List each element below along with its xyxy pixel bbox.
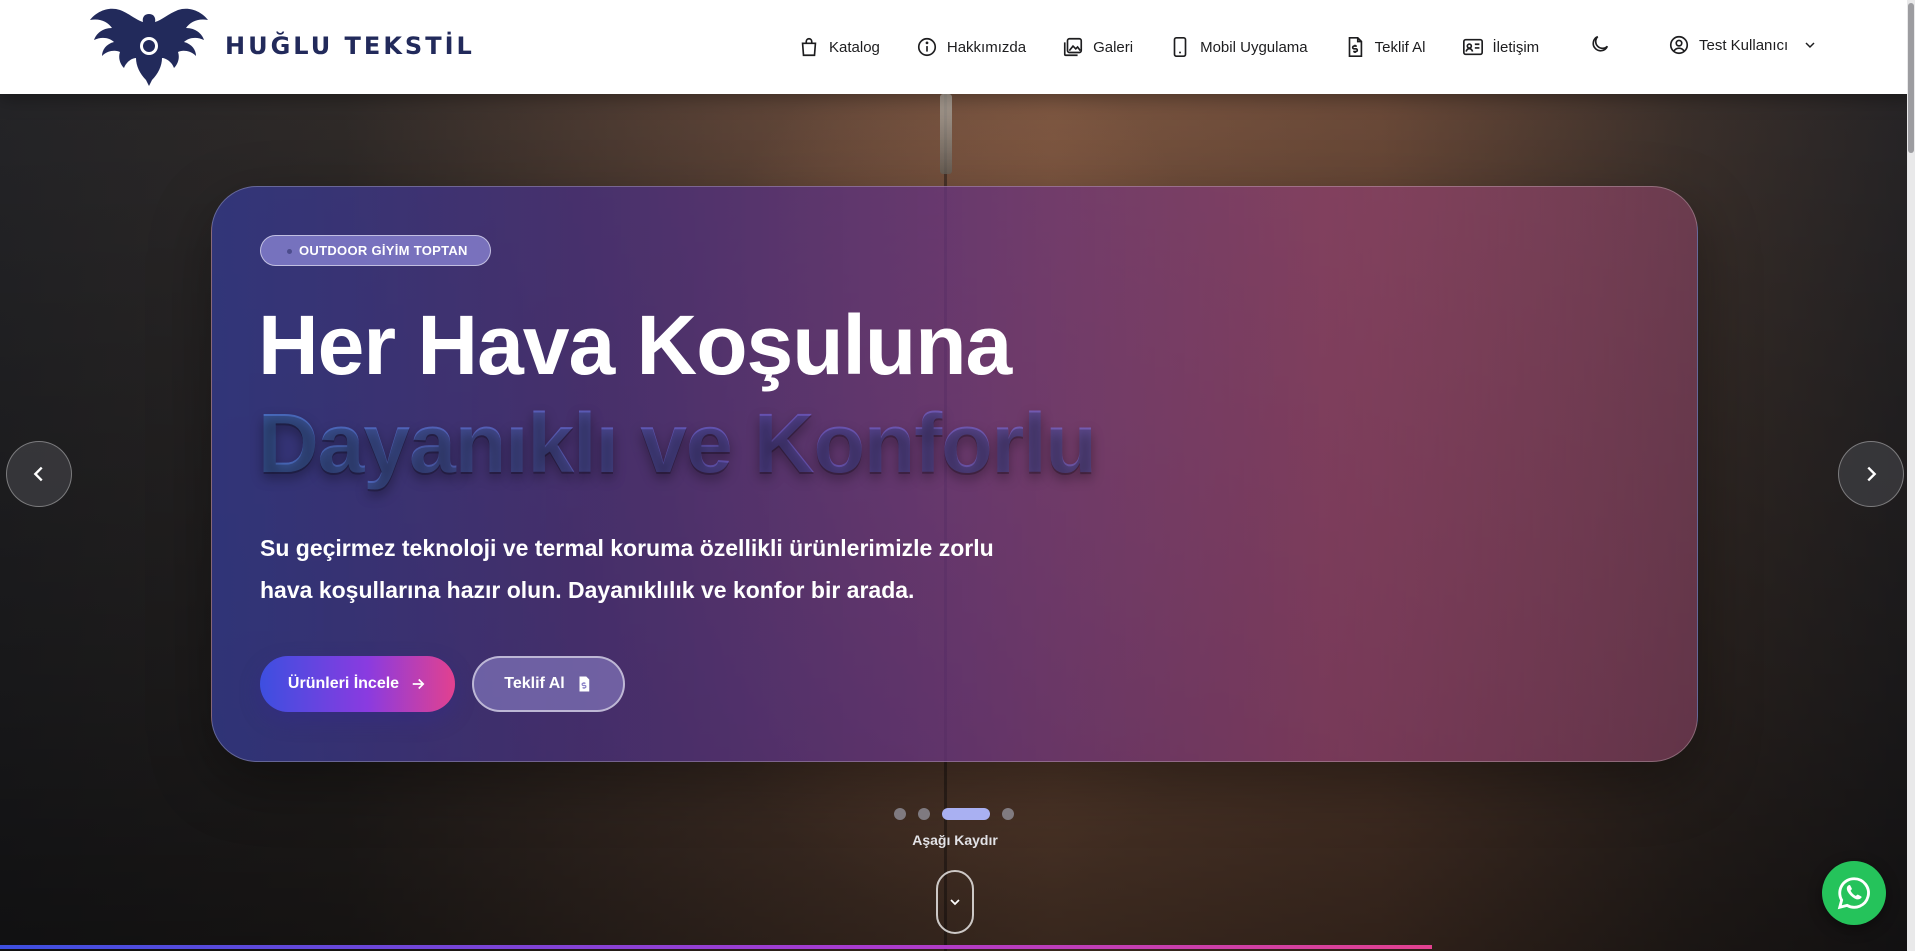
- slide-dot-4[interactable]: [1002, 808, 1014, 820]
- hero-description: Su geçirmez teknoloji ve termal koruma ö…: [260, 535, 994, 603]
- badge-label: OUTDOOR GİYİM TOPTAN: [299, 243, 468, 258]
- mobile-icon: [1169, 36, 1191, 58]
- chevron-down-icon: [1805, 42, 1815, 49]
- chevron-right-icon: [1867, 466, 1877, 482]
- whatsapp-icon: [1837, 877, 1870, 910]
- button-label: Teklif Al: [504, 675, 565, 692]
- next-slide-button[interactable]: [1838, 441, 1904, 507]
- chevron-down-icon: [950, 899, 960, 906]
- moon-icon: [1592, 35, 1609, 52]
- main-nav: Katalog Hakkımızda Galeri Mobil Uygulama…: [798, 0, 1575, 94]
- document-dollar-icon: [1344, 36, 1366, 58]
- slide-indicators: [894, 808, 1026, 820]
- get-quote-button[interactable]: Teklif Al: [472, 656, 625, 712]
- site-header: HUĞLU TEKSTİL Katalog Hakkımızda Galeri …: [0, 0, 1915, 94]
- page-scrollbar[interactable]: [1907, 0, 1915, 951]
- double-headed-eagle-icon: [90, 8, 208, 86]
- shopping-bag-icon: [798, 36, 820, 58]
- contact-card-icon: [1462, 36, 1484, 58]
- brand-name: HUĞLU TEKSTİL: [225, 32, 475, 60]
- view-products-button[interactable]: Ürünleri İncele: [260, 656, 455, 712]
- nav-item-katalog[interactable]: Katalog: [798, 27, 880, 67]
- slide-dot-2[interactable]: [918, 808, 930, 820]
- hero-card: OUTDOOR GİYİM TOPTAN Her Hava Koşuluna D…: [211, 186, 1698, 762]
- prev-slide-button[interactable]: [6, 441, 72, 507]
- nav-item-label: Mobil Uygulama: [1200, 38, 1308, 56]
- page-progress-bar: [0, 945, 1432, 949]
- slide-dot-1[interactable]: [894, 808, 906, 820]
- chevron-left-icon: [33, 466, 43, 482]
- badge-dot: [287, 249, 292, 254]
- nav-item-label: Galeri: [1093, 38, 1134, 56]
- scrollbar-thumb[interactable]: [1908, 3, 1914, 153]
- nav-item-mobil-uygulama[interactable]: Mobil Uygulama: [1169, 27, 1308, 67]
- brand-logo[interactable]: HUĞLU TEKSTİL: [90, 6, 475, 86]
- scroll-hint: Aşağı Kaydır: [912, 832, 998, 848]
- nav-item-label: Teklif Al: [1374, 38, 1426, 56]
- slide-dot-3[interactable]: [942, 808, 990, 820]
- hero-title: Her Hava Koşuluna: [258, 298, 1012, 392]
- gallery-icon: [1062, 36, 1084, 58]
- hero-badge: OUTDOOR GİYİM TOPTAN: [260, 235, 491, 266]
- hero-title-accent: Dayanıklı ve Konforlu: [258, 396, 1097, 490]
- theme-toggle-button[interactable]: [1589, 33, 1611, 55]
- scroll-down-button[interactable]: [936, 870, 974, 934]
- info-icon: [916, 36, 938, 58]
- user-circle-icon: [1669, 35, 1689, 55]
- nav-item-label: Hakkımızda: [946, 38, 1027, 56]
- nav-item-galeri[interactable]: Galeri: [1062, 27, 1133, 67]
- user-menu[interactable]: Test Kullanıcı: [1668, 34, 1818, 56]
- button-label: Ürünleri İncele: [287, 675, 400, 692]
- hero-slider: OUTDOOR GİYİM TOPTAN Her Hava Koşuluna D…: [0, 94, 1915, 951]
- nav-item-label: Katalog: [829, 38, 880, 56]
- user-name: Test Kullanıcı: [1699, 36, 1789, 54]
- nav-item-iletisim[interactable]: İletişim: [1462, 27, 1540, 67]
- arrow-right-icon: [412, 678, 425, 690]
- whatsapp-button[interactable]: [1822, 861, 1886, 925]
- document-dollar-icon: [579, 676, 589, 692]
- nav-item-teklif-al[interactable]: Teklif Al: [1344, 27, 1426, 67]
- nav-item-hakkimizda[interactable]: Hakkımızda: [916, 27, 1026, 67]
- nav-item-label: İletişim: [1492, 38, 1540, 56]
